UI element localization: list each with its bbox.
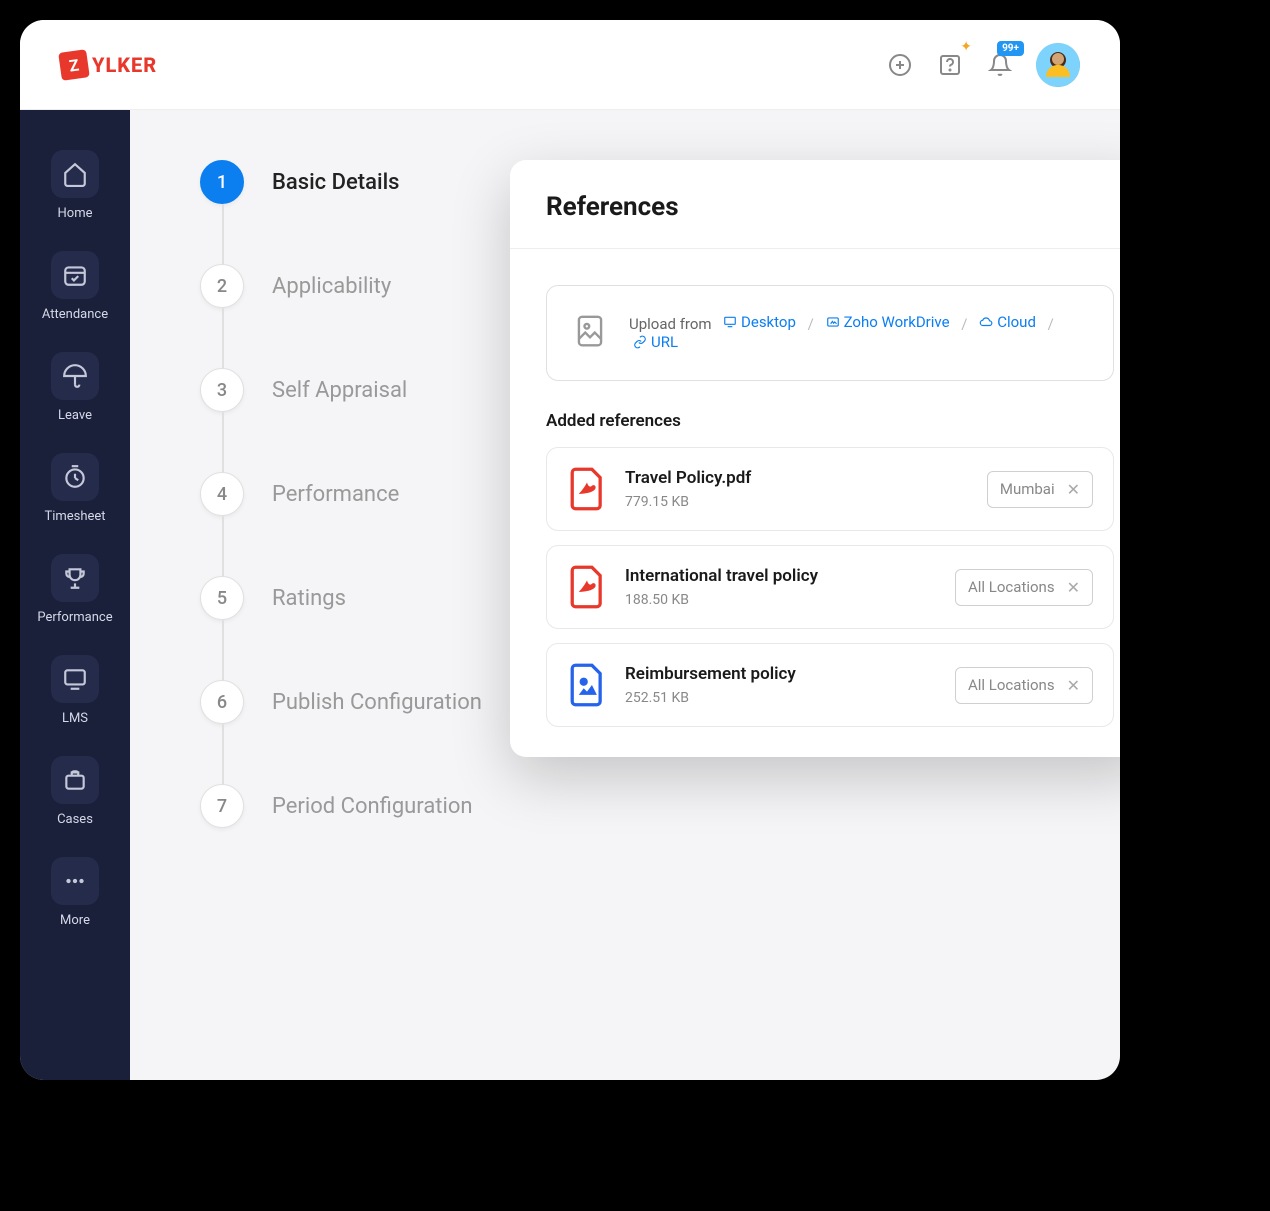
sidebar-item-more[interactable]: More [20, 847, 130, 938]
sidebar-item-label: Home [58, 206, 93, 221]
step-label: Basic Details [272, 170, 400, 195]
step-number: 2 [200, 264, 244, 308]
location-tag[interactable]: All Locations✕ [955, 569, 1093, 606]
help-button[interactable]: ✦ [936, 51, 964, 79]
main-content: 1 Basic Details 2 Applicability 3 Self Appr… [130, 110, 1120, 1080]
logo-badge: Z [58, 49, 90, 81]
reference-name: Travel Policy.pdf [625, 468, 969, 488]
pdf-file-icon [567, 564, 607, 610]
step-number: 6 [200, 680, 244, 724]
notifications-button[interactable]: 99+ [986, 51, 1014, 79]
trophy-icon [51, 554, 99, 602]
step-label: Ratings [272, 586, 346, 611]
reference-size: 188.50 KB [625, 592, 937, 608]
reference-size: 252.51 KB [625, 690, 937, 706]
upload-from-text: Upload from Desktop / Zoho WorkDrive / C… [629, 313, 1089, 353]
sparkle-icon: ✦ [960, 39, 972, 55]
reference-item: Reimbursement policy 252.51 KB All Locati… [546, 643, 1114, 727]
references-list: Travel Policy.pdf 779.15 KB Mumbai✕ Inter… [510, 447, 1120, 727]
upload-url-link[interactable]: URL [633, 333, 678, 351]
sidebar-item-performance[interactable]: Performance [20, 544, 130, 635]
stopwatch-icon [51, 453, 99, 501]
add-button[interactable] [886, 51, 914, 79]
remove-tag-icon[interactable]: ✕ [1067, 676, 1080, 695]
image-file-icon [567, 662, 607, 708]
calendar-check-icon [51, 251, 99, 299]
avatar[interactable] [1036, 43, 1080, 87]
reference-size: 779.15 KB [625, 494, 969, 510]
sidebar-item-lms[interactable]: LMS [20, 645, 130, 736]
pdf-file-icon [567, 466, 607, 512]
reference-name: International travel policy [625, 566, 937, 586]
step-number: 7 [200, 784, 244, 828]
panel-title: References [510, 192, 1120, 249]
remove-tag-icon[interactable]: ✕ [1067, 480, 1080, 499]
step-label: Self Appraisal [272, 378, 407, 403]
step-number: 3 [200, 368, 244, 412]
more-icon [51, 857, 99, 905]
upload-image-icon [571, 312, 609, 354]
remove-tag-icon[interactable]: ✕ [1067, 578, 1080, 597]
step-label: Performance [272, 482, 399, 507]
umbrella-icon [51, 352, 99, 400]
notification-badge: 99+ [997, 41, 1024, 56]
references-panel: References Upload from Desktop / Zoho Wo… [510, 160, 1120, 757]
sidebar-item-label: Cases [57, 812, 93, 827]
added-references-title: Added references [510, 411, 1120, 447]
sidebar-item-label: LMS [62, 711, 88, 726]
upload-desktop-link[interactable]: Desktop [723, 313, 796, 331]
upload-cloud-link[interactable]: Cloud [979, 313, 1036, 331]
step-number: 4 [200, 472, 244, 516]
sidebar-item-leave[interactable]: Leave [20, 342, 130, 433]
step-number: 1 [200, 160, 244, 204]
header: Z YLKER ✦ 99+ [20, 20, 1120, 110]
sidebar-item-attendance[interactable]: Attendance [20, 241, 130, 332]
step-label: Publish Configuration [272, 690, 482, 715]
step-label: Applicability [272, 274, 391, 299]
upload-box: Upload from Desktop / Zoho WorkDrive / C… [546, 285, 1114, 381]
sidebar-item-cases[interactable]: Cases [20, 746, 130, 837]
home-icon [51, 150, 99, 198]
location-tag[interactable]: All Locations✕ [955, 667, 1093, 704]
sidebar-item-label: Performance [37, 610, 112, 625]
briefcase-icon [51, 756, 99, 804]
step-period[interactable]: 7 Period Configuration [200, 784, 1120, 828]
sidebar-item-home[interactable]: Home [20, 140, 130, 231]
step-label: Period Configuration [272, 794, 473, 819]
step-number: 5 [200, 576, 244, 620]
reference-item: International travel policy 188.50 KB All… [546, 545, 1114, 629]
logo[interactable]: Z YLKER [60, 51, 157, 79]
sidebar: Home Attendance Leave Timesheet Performa… [20, 110, 130, 1080]
upload-workdrive-link[interactable]: Zoho WorkDrive [826, 313, 950, 331]
header-actions: ✦ 99+ [886, 43, 1080, 87]
location-tag[interactable]: Mumbai✕ [987, 471, 1093, 508]
sidebar-item-label: Leave [58, 408, 92, 423]
sidebar-item-label: Attendance [42, 307, 108, 322]
reference-name: Reimbursement policy [625, 664, 937, 684]
sidebar-item-label: More [60, 913, 90, 928]
sidebar-item-timesheet[interactable]: Timesheet [20, 443, 130, 534]
reference-item: Travel Policy.pdf 779.15 KB Mumbai✕ [546, 447, 1114, 531]
sidebar-item-label: Timesheet [44, 509, 105, 524]
logo-text: YLKER [92, 53, 157, 77]
monitor-icon [51, 655, 99, 703]
